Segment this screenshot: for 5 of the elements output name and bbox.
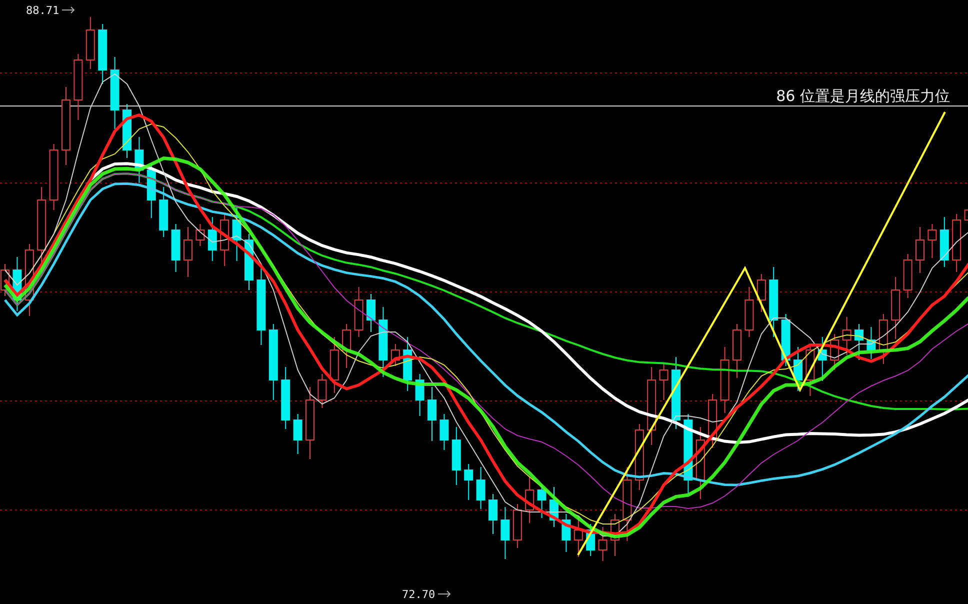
low-price-label: 72.70 [402, 588, 436, 601]
high-price-label: 88.71 [26, 4, 60, 17]
annotation-text: 86 位置是月线的强压力位 [776, 87, 950, 105]
arrow-icon [438, 590, 452, 598]
arrow-icon [62, 6, 76, 14]
